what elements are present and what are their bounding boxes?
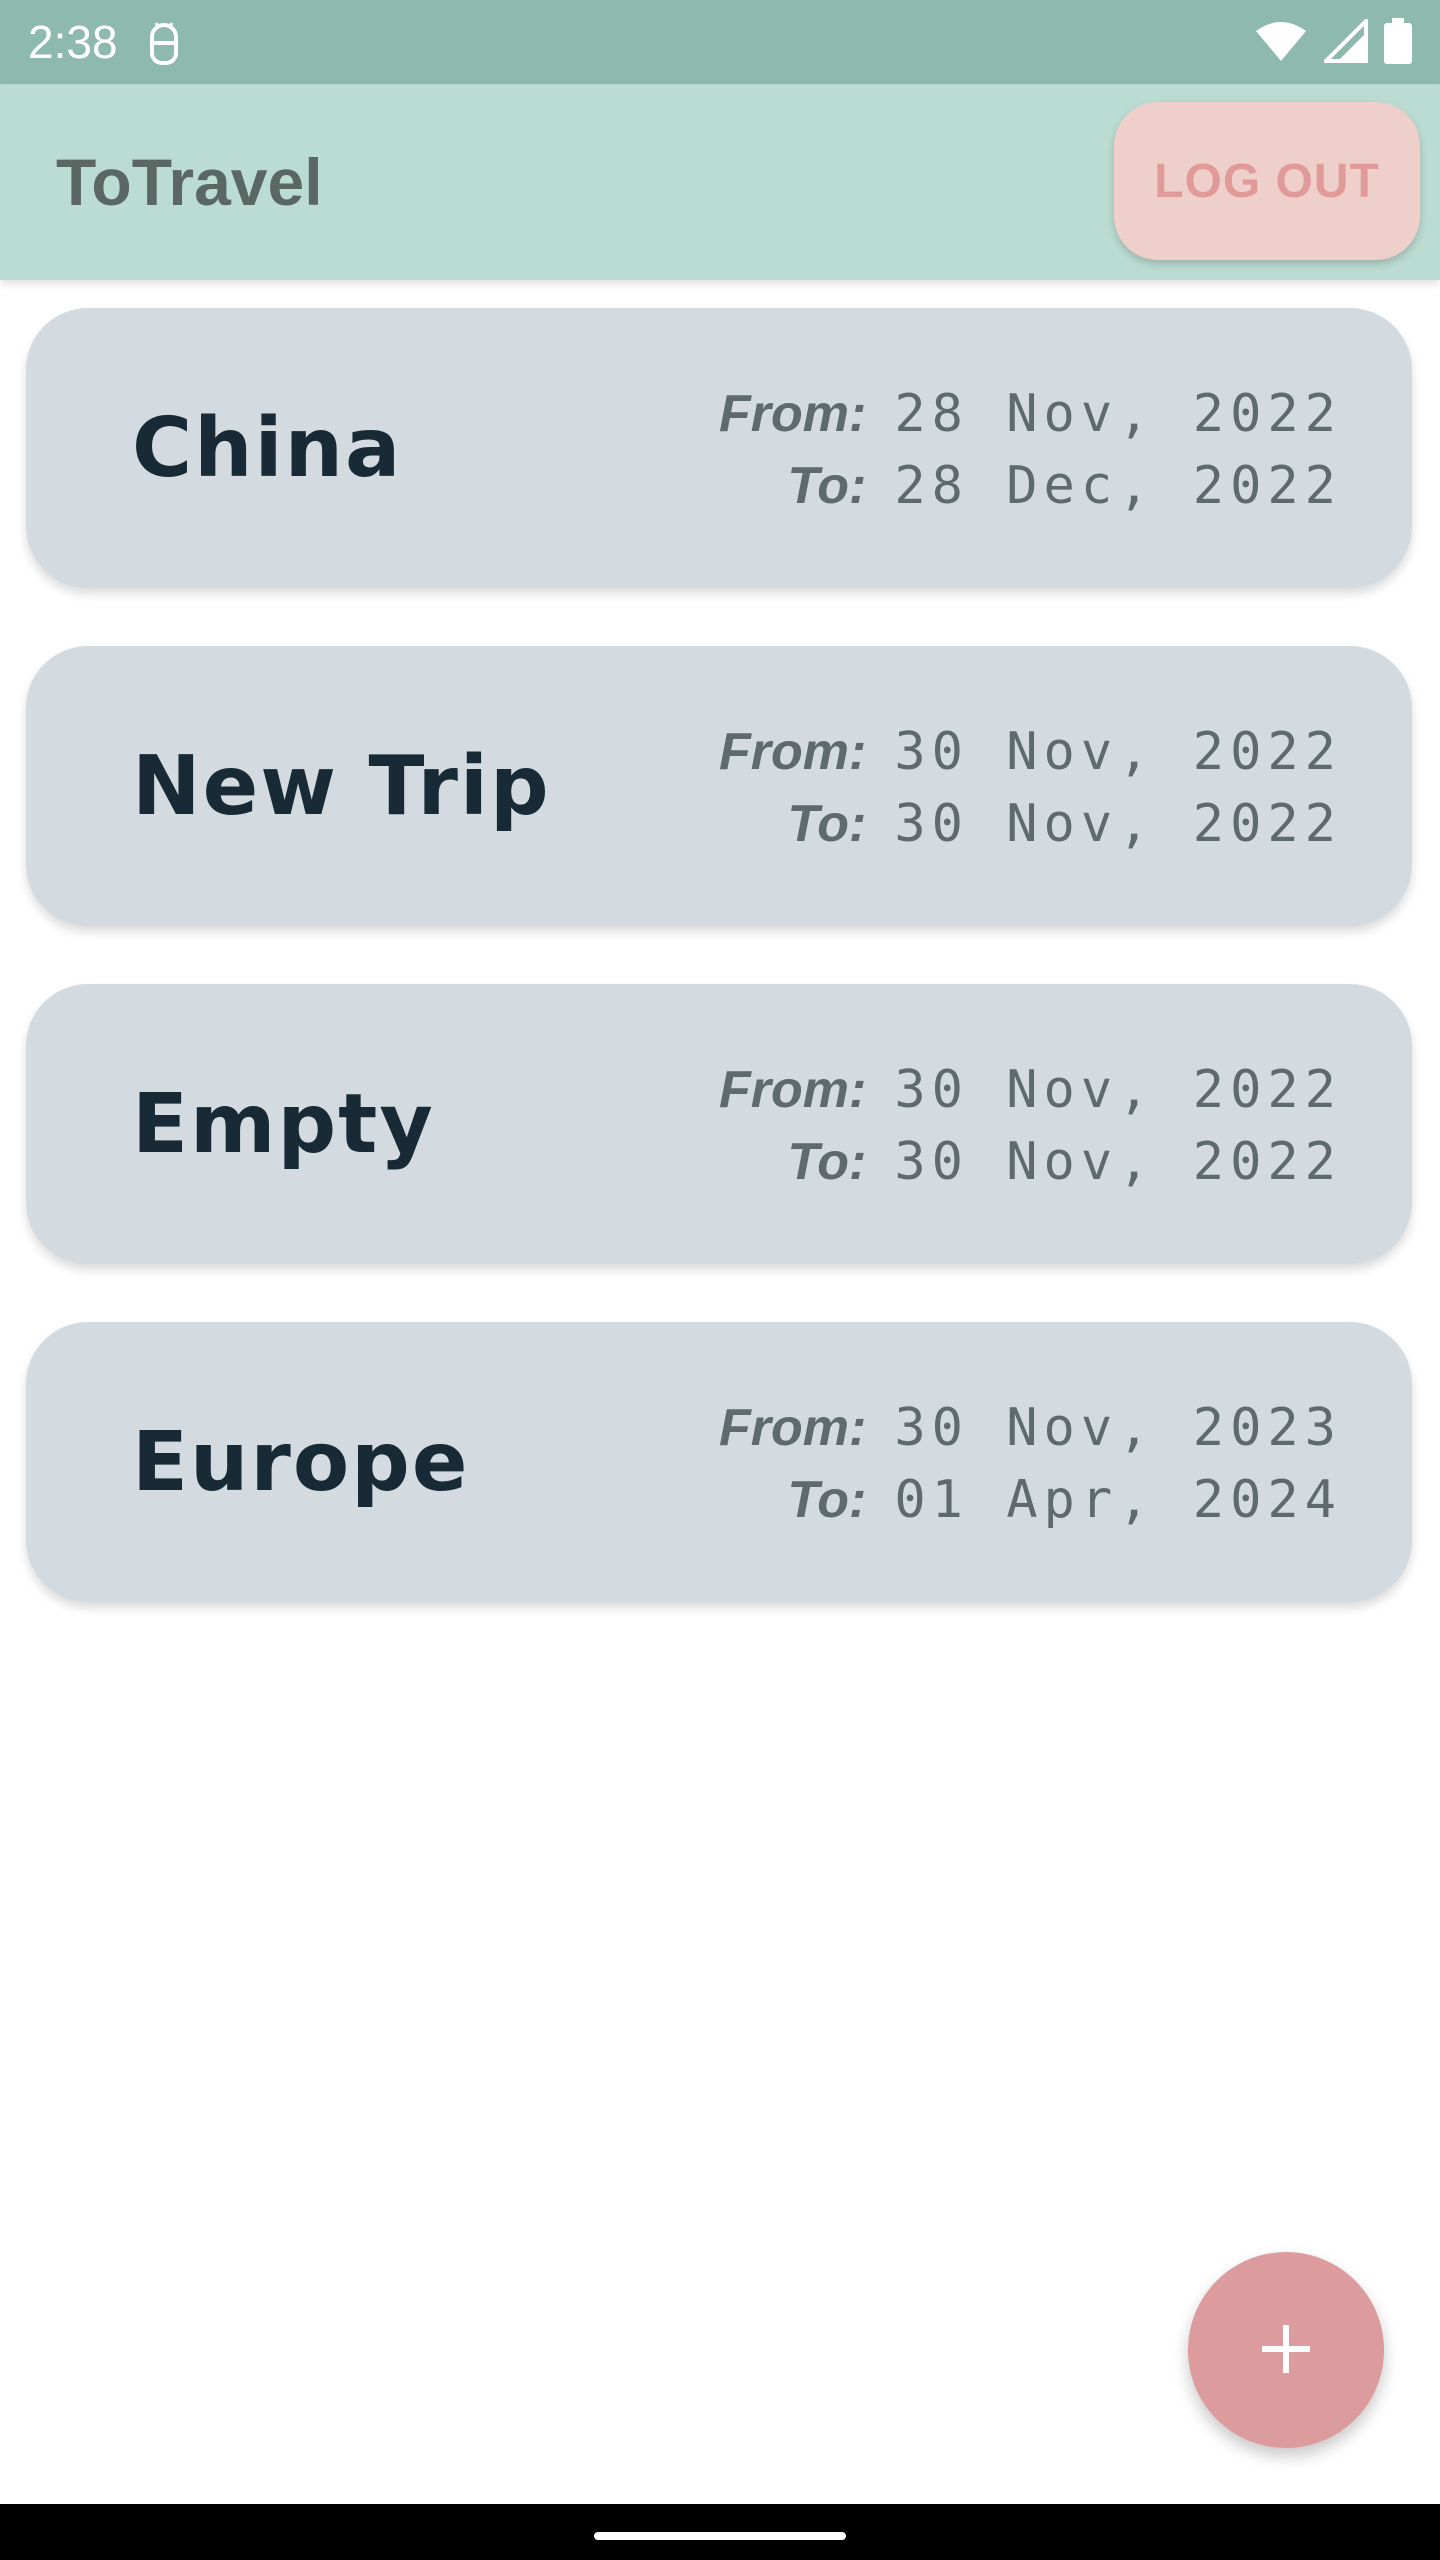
to-date: 28 Dec, 2022 (894, 456, 1342, 516)
battery-icon (1384, 18, 1412, 69)
android-debug-icon (144, 19, 184, 65)
to-label: To: (787, 1133, 867, 1191)
plus-icon (1256, 2319, 1316, 2382)
from-label: From: (718, 1061, 867, 1119)
trip-card[interactable]: Europe From: 30 Nov, 2023 To: 01 Apr, 20… (26, 1322, 1412, 1602)
to-row: To: 30 Nov, 2022 (719, 794, 1342, 866)
from-date: 30 Nov, 2022 (894, 722, 1342, 782)
status-time: 2:38 (28, 16, 118, 68)
to-label: To: (787, 795, 867, 853)
app-bar: ToTravel LOG OUT (0, 84, 1440, 280)
to-date: 01 Apr, 2024 (894, 1470, 1342, 1530)
wifi-icon (1254, 19, 1308, 68)
from-date: 30 Nov, 2023 (894, 1398, 1342, 1458)
app-title: ToTravel (56, 145, 323, 219)
navigation-bar (0, 2504, 1440, 2560)
from-row: From: 28 Nov, 2022 (719, 384, 1342, 456)
trip-dates: From: 30 Nov, 2023 To: 01 Apr, 2024 (719, 1398, 1342, 1542)
logout-button[interactable]: LOG OUT (1114, 102, 1420, 260)
to-date: 30 Nov, 2022 (894, 794, 1342, 854)
to-label: To: (787, 1471, 867, 1529)
from-date: 30 Nov, 2022 (894, 1060, 1342, 1120)
trip-name: China (132, 400, 403, 496)
trip-name: Europe (132, 1414, 470, 1510)
add-trip-button[interactable] (1188, 2252, 1384, 2448)
from-label: From: (718, 385, 867, 443)
home-gesture-handle[interactable] (594, 2532, 846, 2540)
from-date: 28 Nov, 2022 (894, 384, 1342, 444)
to-label: To: (787, 457, 867, 515)
signal-icon (1321, 16, 1368, 68)
trip-name: Empty (132, 1076, 435, 1172)
status-bar: 2:38 (0, 0, 1440, 84)
trip-card[interactable]: China From: 28 Nov, 2022 To: 28 Dec, 202… (26, 308, 1412, 588)
to-date: 30 Nov, 2022 (894, 1132, 1342, 1192)
from-label: From: (718, 1399, 867, 1457)
to-row: To: 01 Apr, 2024 (719, 1470, 1342, 1542)
from-row: From: 30 Nov, 2023 (719, 1398, 1342, 1470)
trip-card[interactable]: New Trip From: 30 Nov, 2022 To: 30 Nov, … (26, 646, 1412, 926)
trip-name: New Trip (132, 738, 551, 834)
from-row: From: 30 Nov, 2022 (719, 722, 1342, 794)
trip-dates: From: 30 Nov, 2022 To: 30 Nov, 2022 (719, 722, 1342, 866)
to-row: To: 28 Dec, 2022 (719, 456, 1342, 528)
to-row: To: 30 Nov, 2022 (719, 1132, 1342, 1204)
from-label: From: (718, 723, 867, 781)
trip-dates: From: 30 Nov, 2022 To: 30 Nov, 2022 (719, 1060, 1342, 1204)
trip-card[interactable]: Empty From: 30 Nov, 2022 To: 30 Nov, 202… (26, 984, 1412, 1264)
trip-dates: From: 28 Nov, 2022 To: 28 Dec, 2022 (719, 384, 1342, 528)
from-row: From: 30 Nov, 2022 (719, 1060, 1342, 1132)
